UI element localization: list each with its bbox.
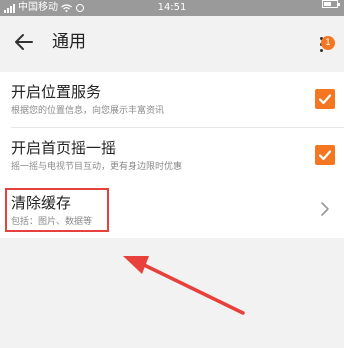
- annotation-arrow: [123, 256, 245, 315]
